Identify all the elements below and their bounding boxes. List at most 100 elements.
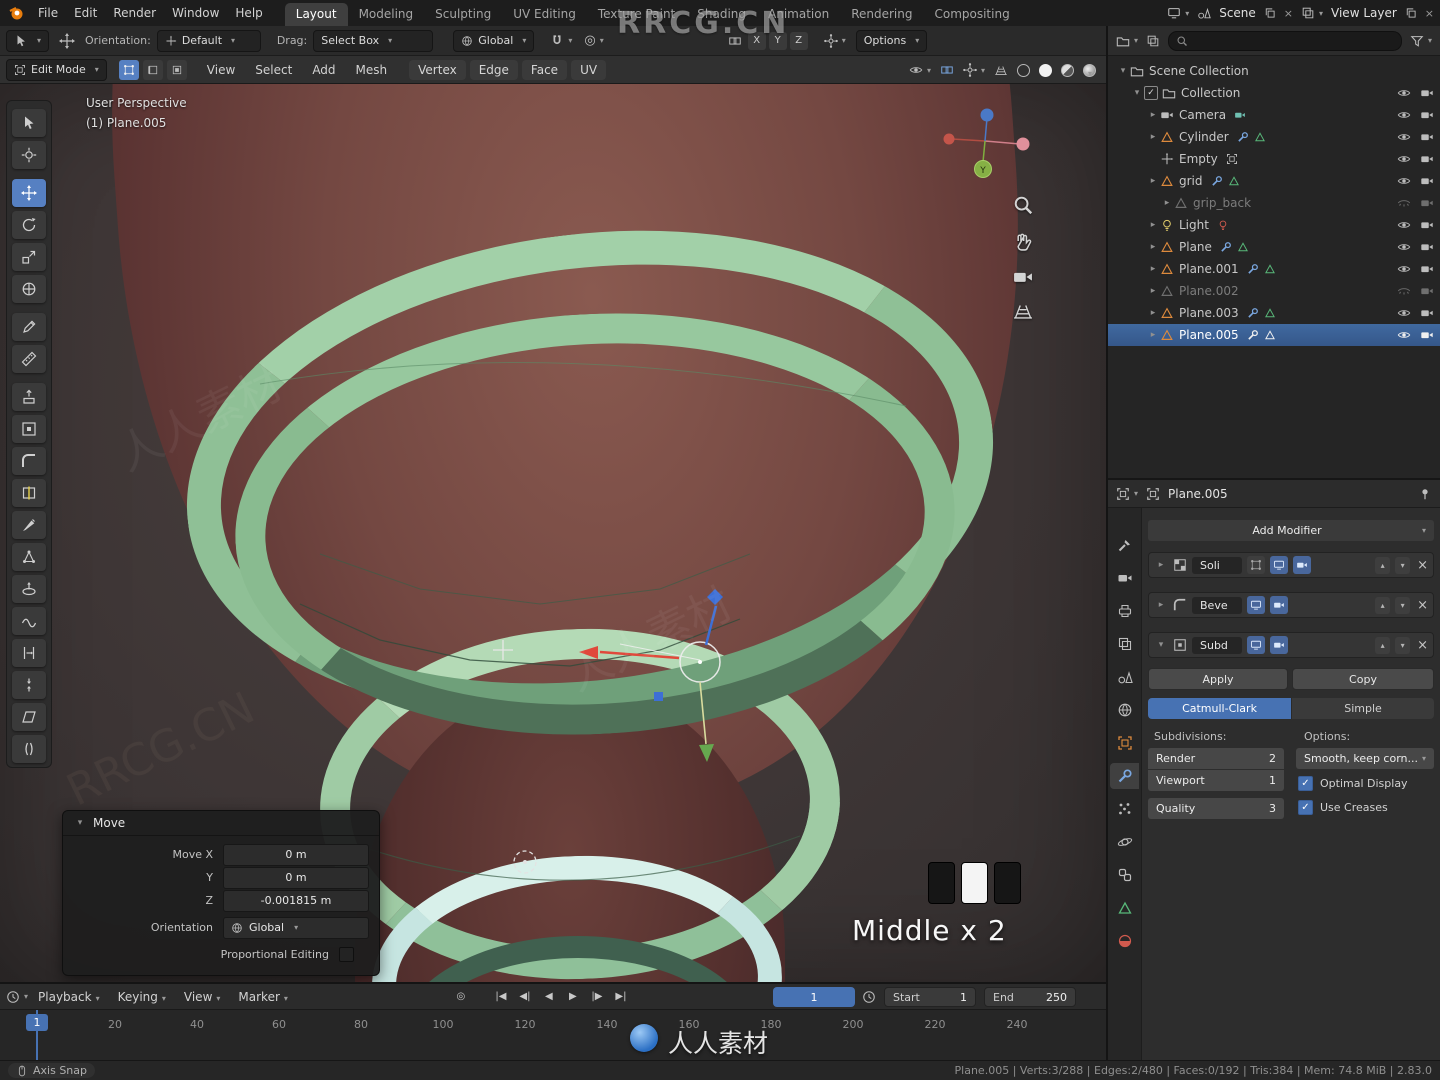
outliner-row-empty[interactable]: Empty <box>1108 148 1440 170</box>
tool-shrink-fatten[interactable] <box>12 671 46 699</box>
menu-view[interactable]: View <box>199 61 243 79</box>
show-gizmo-toggle[interactable] <box>963 63 985 77</box>
expand-icon[interactable] <box>1146 176 1160 186</box>
options-dropdown[interactable]: Options <box>855 29 928 52</box>
menu-window[interactable]: Window <box>164 4 227 22</box>
tab-scene[interactable] <box>1110 664 1139 690</box>
modifier-name-field[interactable]: Subd <box>1192 636 1242 654</box>
menu-playback[interactable]: Playback <box>30 988 108 1006</box>
edge-select-mode-button[interactable] <box>142 59 163 80</box>
zoom-icon[interactable] <box>1012 194 1034 216</box>
expand-icon[interactable] <box>1160 198 1174 208</box>
move-modifier-up-button[interactable] <box>1375 636 1391 654</box>
panel-divider[interactable] <box>1106 26 1108 1060</box>
workspace-tab-rendering[interactable]: Rendering <box>840 3 923 26</box>
face-select-mode-button[interactable] <box>166 59 187 80</box>
play-reverse-button[interactable]: ◀ <box>538 988 560 1006</box>
eye-icon[interactable] <box>1397 218 1411 232</box>
tab-physics[interactable] <box>1110 829 1139 855</box>
optimal-display-checkbox[interactable] <box>1298 776 1313 791</box>
orthographic-toggle-icon[interactable] <box>1012 300 1034 322</box>
expand-icon[interactable] <box>1146 220 1160 230</box>
render-visibility-icon[interactable] <box>1420 284 1434 298</box>
tool-rip-region[interactable] <box>12 735 46 763</box>
new-scene-icon[interactable] <box>1264 7 1276 19</box>
delete-modifier-icon[interactable] <box>1417 558 1428 573</box>
jump-to-start-button[interactable]: |◀ <box>490 988 512 1006</box>
quality-field[interactable]: Quality 3 <box>1148 798 1284 819</box>
jump-to-end-button[interactable]: ▶| <box>610 988 632 1006</box>
render-visibility-icon[interactable] <box>1420 218 1434 232</box>
tool-edge-slide[interactable] <box>12 639 46 667</box>
proportional-editing-checkbox[interactable] <box>339 947 354 962</box>
modifier-subdivision[interactable]: Subd <box>1148 632 1434 658</box>
mirror-z-toggle[interactable]: Z <box>789 31 808 50</box>
render-visibility-icon[interactable] <box>1420 86 1434 100</box>
tool-smooth[interactable] <box>12 607 46 635</box>
expand-icon[interactable] <box>1146 242 1160 252</box>
move-modifier-down-button[interactable] <box>1395 636 1411 654</box>
tool-move[interactable] <box>12 179 46 207</box>
active-tool-selector[interactable] <box>6 29 50 52</box>
unlink-scene-icon[interactable]: × <box>1284 7 1293 20</box>
shading-solid-button[interactable] <box>1039 63 1052 77</box>
eye-icon[interactable] <box>1397 152 1411 166</box>
show-overlays-toggle[interactable] <box>909 63 931 77</box>
eye-icon[interactable] <box>1397 108 1411 122</box>
expand-icon[interactable] <box>1116 66 1130 76</box>
end-frame-field[interactable]: End 250 <box>984 987 1076 1007</box>
outliner-row-plane-003[interactable]: Plane.003 <box>1108 302 1440 324</box>
expand-icon[interactable] <box>1146 308 1160 318</box>
menu-render[interactable]: Render <box>105 4 164 22</box>
mode-dropdown[interactable]: Edit Mode <box>6 58 107 81</box>
render-display-toggle[interactable] <box>1270 636 1288 654</box>
tool-annotate[interactable] <box>12 313 46 341</box>
move-modifier-down-button[interactable] <box>1395 596 1411 614</box>
outliner-row-cylinder[interactable]: Cylinder <box>1108 126 1440 148</box>
tool-inset-faces[interactable] <box>12 415 46 443</box>
outliner-row-plane-002[interactable]: Plane.002 <box>1108 280 1440 302</box>
tool-rotate[interactable] <box>12 211 46 239</box>
modifier-solidify[interactable]: Soli <box>1148 552 1434 578</box>
orientation-dropdown[interactable]: Default <box>156 29 261 52</box>
move-x-field[interactable]: 0 m <box>223 843 369 866</box>
expand-icon[interactable] <box>1146 132 1160 142</box>
menu-file[interactable]: File <box>30 4 66 22</box>
scene-browse-icon[interactable] <box>1167 6 1189 20</box>
tab-modifiers[interactable] <box>1110 763 1139 789</box>
menu-edit[interactable]: Edit <box>66 4 105 22</box>
tab-material[interactable] <box>1110 928 1139 954</box>
view-layer-name[interactable]: View Layer <box>1331 6 1397 20</box>
eye-icon[interactable] <box>1397 86 1411 100</box>
outliner-row-plane-005-selected[interactable]: Plane.005 <box>1108 324 1440 346</box>
render-visibility-icon[interactable] <box>1420 240 1434 254</box>
play-button[interactable]: ▶ <box>562 988 584 1006</box>
shading-wireframe-button[interactable] <box>1017 63 1030 77</box>
viewport-subdivisions-field[interactable]: Viewport 1 <box>1148 770 1284 791</box>
render-visibility-icon[interactable] <box>1420 130 1434 144</box>
simple-toggle[interactable]: Simple <box>1291 698 1434 719</box>
tool-select-box[interactable] <box>12 109 46 137</box>
move-modifier-down-button[interactable] <box>1395 556 1411 574</box>
drag-dropdown[interactable]: Select Box <box>313 29 434 52</box>
copy-button[interactable]: Copy <box>1292 668 1434 690</box>
outliner-row-light[interactable]: Light <box>1108 214 1440 236</box>
xray-toggle[interactable] <box>940 63 954 77</box>
tab-render[interactable] <box>1110 565 1139 591</box>
snap-settings-icon[interactable] <box>824 34 846 48</box>
render-visibility-icon[interactable] <box>1420 174 1434 188</box>
expand-icon[interactable] <box>1154 640 1168 650</box>
eye-closed-icon[interactable] <box>1397 284 1411 298</box>
realtime-display-toggle[interactable] <box>1247 596 1265 614</box>
editor-type-selector[interactable] <box>1116 487 1138 501</box>
tab-particles[interactable] <box>1110 796 1139 822</box>
menu-select[interactable]: Select <box>247 61 300 79</box>
menu-keying[interactable]: Keying <box>110 988 174 1006</box>
delete-modifier-icon[interactable] <box>1417 598 1428 613</box>
move-operator-panel[interactable]: Move Move X 0 m Y 0 m Z -0.001815 m Orie… <box>62 810 380 976</box>
tool-scale[interactable] <box>12 243 46 271</box>
workspace-tab-layout[interactable]: Layout <box>284 2 348 26</box>
snap-toggle[interactable] <box>550 34 572 48</box>
shading-material-button[interactable] <box>1061 63 1074 77</box>
menu-view[interactable]: View <box>176 988 229 1006</box>
